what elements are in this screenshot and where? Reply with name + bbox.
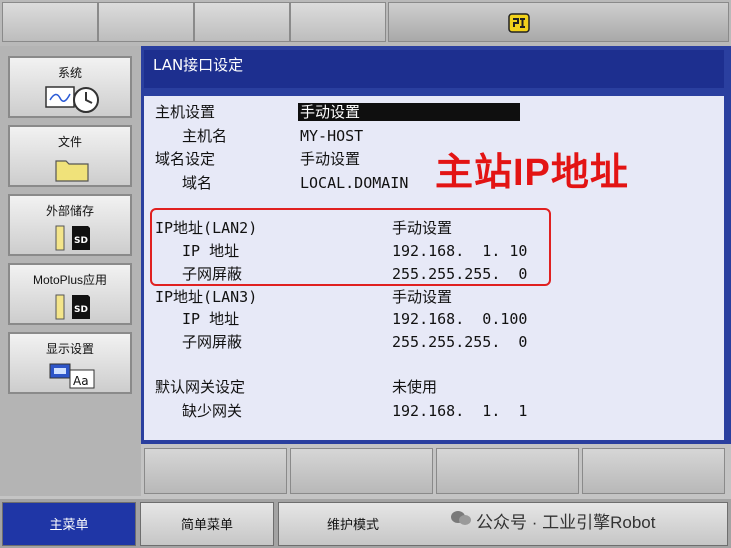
lan2-mode-value[interactable]: 手动设置 [392,219,452,237]
gateway-mode-value[interactable]: 未使用 [392,378,437,396]
menu-file-label: 文件 [57,135,82,149]
host-name-value[interactable]: MY-HOST [300,127,363,145]
svg-text:Aa: Aa [73,374,89,388]
domain-name-label: 域名 [182,174,213,192]
display-font-icon: Aa [49,363,95,389]
menu-display-settings-button[interactable]: 显示设置 Aa [8,332,132,394]
lan2-mask-label: 子网屏蔽 [182,265,243,283]
host-setting-selected[interactable]: 手动设置 [298,103,520,121]
menu-external-storage-button[interactable]: 外部储存 SD [8,194,132,256]
domain-setting-value[interactable]: 手动设置 [300,150,360,168]
softkey-4[interactable] [582,448,725,494]
lan3-ip-label: IP 地址 [182,310,240,328]
menu-motoplus-button[interactable]: MotoPlus应用 SD [8,263,132,325]
watermark-text: 公众号 · 工业引擎Robot [476,513,656,532]
svg-text:SD: SD [74,305,88,315]
softkey-row [144,448,727,496]
svg-text:SD: SD [74,236,88,246]
window-title: LAN接口设定 [144,50,724,88]
lan3-mode-value[interactable]: 手动设置 [392,288,452,306]
softkey-2[interactable] [290,448,433,494]
robot-status-icon [508,13,530,33]
main-menu-button[interactable]: 主菜单 [2,502,136,546]
lan2-label: IP地址(LAN2) [155,219,258,237]
lan3-label: IP地址(LAN3) [155,288,258,306]
domain-setting-label: 域名设定 [155,150,216,168]
sd-card-icon: SD [55,294,90,320]
top-button-2[interactable] [98,2,194,42]
menu-system-label: 系统 [57,66,82,80]
lan3-mask-label: 子网屏蔽 [182,333,243,351]
wechat-icon [451,511,471,525]
gateway-label: 默认网关设定 [155,378,246,396]
sd-card-icon: SD [55,225,90,251]
menu-motoplus-label: MotoPlus应用 [32,273,108,287]
lan2-mask-value[interactable]: 255.255.255. 0 [392,265,527,283]
menu-external-storage-label: 外部储存 [45,204,94,218]
lan3-mask-value[interactable]: 255.255.255. 0 [392,333,527,351]
top-button-3[interactable] [194,2,290,42]
menu-display-settings-label: 显示设置 [45,342,94,356]
domain-name-value[interactable]: LOCAL.DOMAIN [300,174,408,192]
host-setting-label: 主机设置 [155,103,216,121]
lan2-ip-value[interactable]: 192.168. 1. 10 [392,242,527,260]
lan2-ip-label: IP 地址 [182,242,240,260]
status-area [388,2,729,42]
softkey-1[interactable] [144,448,287,494]
menu-file-button[interactable]: 文件 [8,125,132,187]
gateway-sub-value[interactable]: 192.168. 1. 1 [392,402,527,420]
top-button-1[interactable] [2,2,98,42]
top-button-4[interactable] [290,2,386,42]
lan3-ip-value[interactable]: 192.168. 0.100 [392,310,527,328]
system-clock-icon [45,86,99,113]
simple-menu-button[interactable]: 简单菜单 [140,502,274,546]
left-menu-panel: 系统 文件 外部储存 SD MotoPlus应用 SD 显示设置 Aa [0,46,141,496]
annotation-text: 主站IP地址 [435,152,629,194]
menu-system-button[interactable]: 系统 [8,56,132,118]
folder-icon [55,160,89,182]
host-name-label: 主机名 [182,127,228,145]
gateway-sub-label: 缺少网关 [182,402,243,420]
softkey-3[interactable] [436,448,579,494]
host-setting-value[interactable]: 手动设置 [298,103,520,121]
top-toolbar [0,0,731,46]
